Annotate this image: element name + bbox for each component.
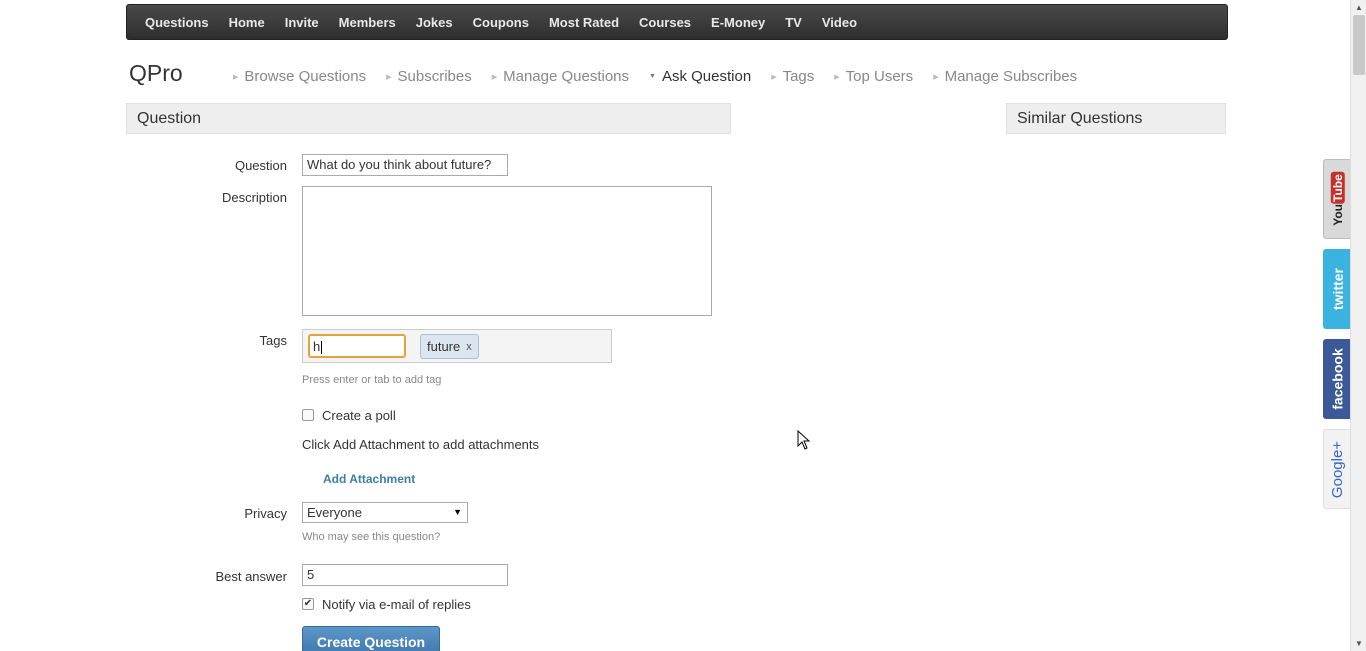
twitter-icon: twitter: [1329, 268, 1346, 310]
create-poll-label: Create a poll: [322, 408, 396, 423]
subnav-label: Manage Subscribes: [944, 68, 1078, 85]
subnav-label: Top Users: [845, 68, 914, 85]
question-section-header: Question: [126, 103, 731, 134]
googleplus-share-button[interactable]: Google+: [1323, 429, 1352, 509]
sub-navigation: ▶ Browse Questions ▶ Subscribes ▶ Manage Qu…: [233, 68, 1097, 85]
similar-questions-header: Similar Questions: [1006, 103, 1226, 134]
subnav-manage-questions[interactable]: ▶ Manage Questions: [492, 68, 629, 85]
chevron-right-icon: ▶: [233, 73, 239, 81]
mouse-cursor-icon: [797, 430, 811, 450]
youtube-icon: YouTube: [1330, 172, 1345, 226]
nav-coupons[interactable]: Coupons: [463, 15, 539, 30]
chevron-right-icon: ▶: [386, 73, 392, 81]
create-question-button[interactable]: Create Question: [302, 626, 440, 651]
privacy-select[interactable]: Everyone ▼: [302, 502, 468, 523]
subnav-subscribes[interactable]: ▶ Subscribes: [386, 68, 472, 85]
tags-hint: Press enter or tab to add tag: [302, 374, 442, 386]
nav-courses[interactable]: Courses: [629, 15, 701, 30]
add-attachment-link[interactable]: Add Attachment: [323, 472, 415, 486]
nav-video[interactable]: Video: [812, 15, 867, 30]
chevron-right-icon: ▶: [491, 73, 498, 81]
attachment-instructions: Click Add Attachment to add attachments: [302, 437, 540, 452]
privacy-hint: Who may see this question?: [302, 531, 441, 543]
subnav-top-users[interactable]: ▶ Top Users: [834, 68, 913, 85]
chevron-right-icon: ▶: [771, 73, 777, 81]
privacy-label: Privacy: [244, 506, 287, 521]
subnav-ask-question[interactable]: ▼ Ask Question: [649, 68, 751, 85]
chevron-down-icon: ▼: [649, 73, 656, 80]
nav-tv[interactable]: TV: [775, 15, 812, 30]
description-label: Description: [221, 190, 287, 205]
twitter-share-button[interactable]: twitter: [1323, 249, 1352, 329]
subnav-label: Ask Question: [661, 68, 752, 85]
nav-jokes[interactable]: Jokes: [406, 15, 463, 30]
nav-invite[interactable]: Invite: [275, 15, 329, 30]
create-poll-checkbox[interactable]: [302, 409, 314, 421]
tag-input-text: h: [313, 339, 321, 354]
text-caret: [321, 341, 323, 355]
scroll-down-icon[interactable]: ▼: [1351, 636, 1366, 651]
chevron-right-icon: ▶: [834, 73, 840, 81]
tags-label: Tags: [259, 333, 287, 348]
best-answer-label: Best answer: [215, 569, 287, 584]
best-answer-input[interactable]: 5: [302, 564, 508, 586]
question-label: Question: [234, 158, 287, 173]
brand-title[interactable]: QPro: [129, 60, 183, 87]
subnav-browse-questions[interactable]: ▶ Browse Questions: [233, 68, 366, 85]
nav-e-money[interactable]: E-Money: [701, 15, 775, 30]
description-textarea[interactable]: [302, 186, 712, 316]
youtube-label-tube: Tube: [1330, 172, 1345, 204]
privacy-selected-value: Everyone: [307, 505, 362, 520]
question-input[interactable]: What do you think about future?: [302, 154, 508, 176]
notify-label: Notify via e-mail of replies: [322, 597, 471, 612]
subnav-tags[interactable]: ▶ Tags: [771, 68, 814, 85]
subnav-label: Subscribes: [397, 68, 472, 85]
page: Questions Home Invite Members Jokes Coup…: [0, 0, 1366, 651]
vertical-scrollbar[interactable]: ▲ ▼: [1350, 0, 1366, 651]
nav-home[interactable]: Home: [219, 15, 275, 30]
youtube-share-button[interactable]: YouTube: [1323, 159, 1352, 239]
tag-chip-future: future x: [420, 334, 479, 359]
subnav-label: Manage Questions: [503, 68, 630, 85]
tag-chip-label: future: [427, 339, 461, 354]
scroll-thumb[interactable]: [1353, 15, 1365, 75]
chevron-right-icon: ▶: [933, 73, 939, 81]
subnav-label: Browse Questions: [244, 68, 367, 85]
remove-tag-icon[interactable]: x: [466, 341, 472, 353]
tags-box[interactable]: h future x: [302, 329, 612, 363]
dropdown-arrow-icon: ▼: [453, 507, 462, 517]
notify-checkbox[interactable]: ✔: [302, 598, 314, 610]
nav-members[interactable]: Members: [329, 15, 406, 30]
facebook-icon: facebook: [1329, 348, 1346, 410]
googleplus-icon: Google+: [1329, 440, 1347, 498]
subnav-manage-subscribes[interactable]: ▶ Manage Subscribes: [933, 68, 1077, 85]
scroll-up-icon[interactable]: ▲: [1351, 0, 1366, 15]
tag-input[interactable]: h: [308, 334, 406, 358]
facebook-share-button[interactable]: facebook: [1323, 339, 1352, 419]
youtube-label-you: You: [1330, 204, 1345, 226]
nav-most-rated[interactable]: Most Rated: [539, 15, 629, 30]
nav-questions[interactable]: Questions: [135, 15, 219, 30]
subnav-label: Tags: [782, 68, 815, 85]
top-navigation: Questions Home Invite Members Jokes Coup…: [126, 4, 1228, 40]
